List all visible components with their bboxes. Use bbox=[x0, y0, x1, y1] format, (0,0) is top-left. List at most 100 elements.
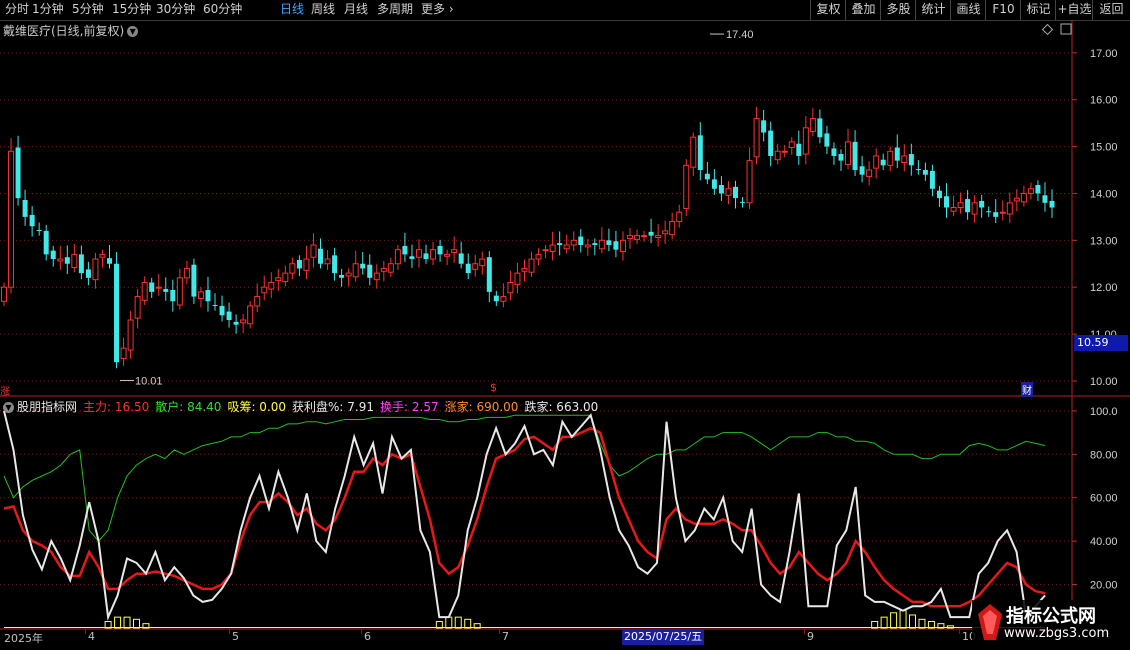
candle-body bbox=[732, 186, 738, 199]
date-label-4: 7 bbox=[502, 630, 509, 643]
candle-body bbox=[15, 147, 21, 199]
candle-body bbox=[753, 117, 760, 158]
candle-body bbox=[986, 211, 992, 213]
candle-body bbox=[1, 286, 7, 302]
candle-body bbox=[8, 150, 15, 288]
candle-body bbox=[36, 230, 42, 231]
candle-body bbox=[592, 243, 598, 245]
accumulation-bar bbox=[454, 616, 462, 629]
accumulation-bar bbox=[464, 618, 472, 629]
candle-body bbox=[155, 286, 162, 289]
date-tick bbox=[499, 629, 500, 634]
candle-body bbox=[676, 211, 683, 223]
candle-body bbox=[831, 148, 837, 156]
candle-body bbox=[458, 253, 464, 264]
price-axis-label: 16.00 bbox=[1090, 95, 1118, 107]
candle-body bbox=[205, 290, 211, 302]
chevron-down-icon[interactable]: ▼ bbox=[3, 402, 14, 413]
indicator-axis-label: 100.0 bbox=[1090, 406, 1118, 418]
candle-body bbox=[233, 321, 239, 325]
candle-body bbox=[979, 200, 985, 208]
indicator-values: 主力: 16.50 散户: 84.40 吸筹: 0.00 获利盘%: 7.91 换手: … bbox=[83, 400, 604, 414]
candle-body bbox=[345, 272, 352, 277]
price-axis-label: 13.00 bbox=[1090, 235, 1118, 247]
candle-body bbox=[690, 136, 697, 168]
watermark-url: www.zbgs3.com bbox=[1004, 626, 1110, 641]
candle-body bbox=[99, 253, 106, 258]
candle-body bbox=[373, 272, 380, 281]
candle-body bbox=[887, 150, 894, 166]
price-axis-label: 17.00 bbox=[1090, 48, 1118, 60]
date-label-2: 5 bbox=[232, 630, 239, 643]
candle-body bbox=[191, 264, 197, 297]
candle-body bbox=[183, 267, 190, 279]
price-axis-label: 10.00 bbox=[1090, 376, 1118, 388]
dollar-marker[interactable]: $ bbox=[490, 381, 497, 394]
candle-body bbox=[528, 258, 535, 273]
indicator-value-5: 涨家: 690.00 bbox=[444, 400, 519, 414]
watermark-title: 指标公式网 bbox=[1006, 606, 1096, 627]
candle-body bbox=[557, 243, 563, 245]
indicator-value-4: 换手: 2.57 bbox=[380, 400, 439, 414]
candle-body bbox=[465, 263, 471, 274]
candle-body bbox=[360, 263, 366, 269]
candle-body bbox=[296, 260, 302, 269]
accumulation-bar bbox=[918, 618, 926, 629]
candle-body bbox=[507, 282, 514, 294]
candle-body bbox=[669, 221, 676, 236]
candle-body bbox=[107, 258, 113, 264]
accumulation-bar bbox=[909, 614, 917, 629]
candle-body bbox=[1013, 197, 1020, 202]
accumulation-bar bbox=[114, 616, 122, 629]
candle-body bbox=[261, 286, 268, 294]
candle-body bbox=[1006, 202, 1013, 215]
indicator-value-1: 散户: 84.40 bbox=[155, 400, 222, 414]
date-tick bbox=[85, 629, 86, 634]
candle-body bbox=[866, 169, 873, 178]
candle-body bbox=[387, 263, 394, 273]
date-tick bbox=[229, 629, 230, 634]
candle-body bbox=[176, 277, 183, 306]
candle-body bbox=[711, 179, 717, 189]
diamond-icon bbox=[1041, 23, 1054, 36]
candle-body bbox=[149, 282, 155, 292]
candle-body bbox=[746, 160, 753, 204]
finance-marker[interactable]: 财 bbox=[1021, 382, 1033, 397]
candle-body bbox=[367, 264, 373, 278]
candle-body bbox=[78, 254, 84, 274]
candle-body bbox=[29, 215, 35, 227]
candle-body bbox=[838, 154, 844, 161]
candle-body bbox=[936, 190, 942, 199]
candle-body bbox=[127, 319, 134, 351]
candle-body bbox=[626, 235, 633, 239]
price-axis-label: 14.00 bbox=[1090, 188, 1118, 200]
candle-body bbox=[971, 202, 978, 215]
candle-body bbox=[774, 150, 781, 161]
candle-body bbox=[943, 196, 949, 208]
candle-body bbox=[134, 296, 141, 319]
candle-body bbox=[796, 143, 802, 156]
candle-body bbox=[324, 258, 331, 265]
candle-body bbox=[950, 207, 957, 212]
indicator-value-0: 主力: 16.50 bbox=[83, 400, 150, 414]
candle-body bbox=[740, 201, 746, 203]
candle-body bbox=[479, 258, 486, 267]
candle-body bbox=[226, 311, 232, 320]
candle-body bbox=[655, 235, 662, 238]
accumulation-bar bbox=[132, 618, 140, 629]
candle-body bbox=[641, 235, 648, 238]
candle-body bbox=[908, 154, 914, 166]
indicator-axis-label: 60.00 bbox=[1090, 493, 1118, 505]
candle-body bbox=[22, 200, 28, 217]
candle-body bbox=[352, 263, 359, 278]
candle-body bbox=[922, 170, 928, 175]
candle-body bbox=[880, 159, 886, 166]
candle-body bbox=[1035, 185, 1041, 194]
indicator-name[interactable]: 股朋指标网 bbox=[17, 400, 77, 414]
candle-body bbox=[648, 231, 654, 236]
indicator-axis-label: 40.00 bbox=[1090, 536, 1118, 548]
candle-body bbox=[380, 267, 387, 272]
candle-body bbox=[310, 244, 317, 258]
rise-badge[interactable]: 涨 bbox=[0, 383, 10, 398]
candle-body bbox=[394, 249, 401, 265]
